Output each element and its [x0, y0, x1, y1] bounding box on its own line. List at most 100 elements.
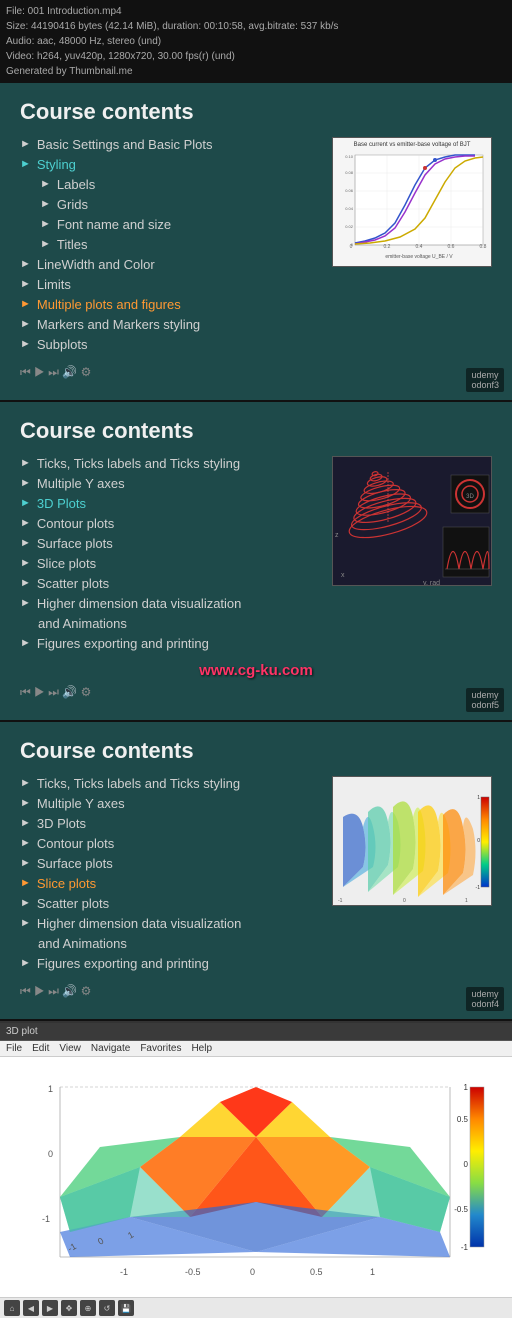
menu-help[interactable]: Help	[191, 1043, 212, 1054]
list-item-styling: ► Styling	[20, 157, 320, 172]
chart-3d-spiral: 3D x y, rad z	[332, 456, 492, 586]
svg-text:-1: -1	[42, 1214, 50, 1224]
menu-file[interactable]: File	[6, 1043, 22, 1054]
svg-text:1: 1	[48, 1084, 53, 1094]
list-item-contour2: ► Contour plots	[20, 516, 320, 531]
svg-text:-1: -1	[120, 1267, 128, 1277]
info-line5: Generated by Thumbnail.me	[6, 64, 506, 79]
arrow-icon: ►	[20, 138, 31, 150]
svg-text:0: 0	[350, 242, 353, 247]
list-item-export2: ► Figures exporting and printing	[20, 636, 320, 651]
plot-canvas: 1 0.5 0 -0.5 -1 -1 -0.5 0 0.5 1 -1 0 1 1…	[0, 1057, 512, 1297]
rotate-icon[interactable]: ↺	[99, 1300, 115, 1316]
svg-text:1: 1	[465, 898, 468, 904]
list-item-limits: ► Limits	[20, 277, 320, 292]
list-item-scatter3: ► Scatter plots	[20, 896, 320, 911]
svg-text:0.04: 0.04	[345, 206, 354, 211]
watermark: www.cg-ku.com	[20, 662, 492, 679]
arrow-icon: ►	[40, 198, 51, 210]
section-body-3: ► Ticks, Ticks labels and Ticks styling …	[20, 776, 492, 976]
list-item-scatter2: ► Scatter plots	[20, 576, 320, 591]
arrow-icon: ►	[20, 597, 31, 609]
info-line4: Video: h264, yuv420p, 1280x720, 30.00 fp…	[6, 49, 506, 64]
arrow-icon: ►	[20, 457, 31, 469]
arrow-icon: ►	[20, 897, 31, 909]
section-title-1: Course contents	[20, 99, 492, 125]
arrow-icon: ►	[20, 517, 31, 529]
svg-text:1: 1	[477, 795, 480, 801]
chart-bjt: Base current vs emitter-base voltage of …	[332, 137, 492, 267]
svg-text:emitter-base voltage U_BE / V: emitter-base voltage U_BE / V	[385, 254, 453, 260]
arrow-icon: ►	[20, 537, 31, 549]
arrow-icon: ►	[20, 797, 31, 809]
arrow-icon: ►	[20, 338, 31, 350]
svg-text:0.2: 0.2	[383, 244, 390, 250]
svg-text:0: 0	[403, 898, 406, 904]
info-line2: Size: 44190416 bytes (42.14 MiB), durati…	[6, 19, 506, 34]
svg-text:1: 1	[464, 1083, 469, 1092]
arrow-icon: ►	[20, 917, 31, 929]
menu-view[interactable]: View	[59, 1043, 81, 1054]
3d-plot-svg: 1 0.5 0 -0.5 -1 -1 -0.5 0 0.5 1 -1 0 1 1…	[0, 1057, 512, 1297]
info-line3: Audio: aac, 48000 Hz, stereo (und)	[6, 34, 506, 49]
list-item-animations3: and Animations	[20, 936, 320, 951]
bjt-chart-svg: 0 0.2 0.4 0.6 0.8 0 0.02 0.04 0.06 0.08 …	[335, 150, 490, 262]
content-list-1: ► Basic Settings and Basic Plots ► Styli…	[20, 137, 320, 357]
list-item-slice3: ► Slice plots	[20, 876, 320, 891]
svg-text:-1: -1	[476, 885, 481, 891]
list-item-subplots: ► Subplots	[20, 337, 320, 352]
arrow-icon: ►	[20, 158, 31, 170]
svg-text:y, rad: y, rad	[423, 580, 440, 586]
plot-window-title: 3D plot	[6, 1026, 38, 1037]
svg-text:0.08: 0.08	[345, 170, 354, 175]
back-icon[interactable]: ◀	[23, 1300, 39, 1316]
list-item-ticks3: ► Ticks, Ticks labels and Ticks styling	[20, 776, 320, 791]
arrow-icon: ►	[40, 218, 51, 230]
udemy-badge-2: udemyodonf5	[466, 688, 504, 712]
svg-text:0.8: 0.8	[479, 244, 486, 250]
list-item-markers: ► Markers and Markers styling	[20, 317, 320, 332]
list-item-3d2: ► 3D Plots	[20, 496, 320, 511]
arrow-icon: ►	[20, 557, 31, 569]
list-item-multiplots: ► Multiple plots and figures	[20, 297, 320, 312]
arrow-icon: ►	[20, 298, 31, 310]
menu-edit[interactable]: Edit	[32, 1043, 49, 1054]
svg-text:0: 0	[477, 838, 480, 844]
svg-text:0.5: 0.5	[310, 1267, 323, 1277]
svg-text:0.10: 0.10	[345, 154, 354, 159]
svg-text:3D: 3D	[466, 494, 474, 500]
pan-icon[interactable]: ✥	[61, 1300, 77, 1316]
arrow-icon: ►	[20, 278, 31, 290]
menu-favorites[interactable]: Favorites	[140, 1043, 181, 1054]
svg-text:0: 0	[250, 1267, 255, 1277]
section-title-3: Course contents	[20, 738, 492, 764]
section-body-2: ► Ticks, Ticks labels and Ticks styling …	[20, 456, 492, 656]
list-item-labels: ► Labels	[40, 177, 320, 192]
plot-titlebar: 3D plot	[0, 1023, 512, 1041]
save-icon[interactable]: 💾	[118, 1300, 134, 1316]
surface-svg: 1 0 -1 -1 0 1	[333, 777, 492, 906]
plot-window: 3D plot File Edit View Navigate Favorite…	[0, 1021, 512, 1318]
forward-icon[interactable]: ▶	[42, 1300, 58, 1316]
svg-text:-0.5: -0.5	[454, 1205, 468, 1214]
course-section-1: Course contents ► Basic Settings and Bas…	[0, 83, 512, 400]
list-item: ► Basic Settings and Basic Plots	[20, 137, 320, 152]
chart-surface-3d: 1 0 -1 -1 0 1	[332, 776, 492, 906]
spiral-svg: 3D x y, rad z	[333, 457, 492, 586]
zoom-icon[interactable]: ⊕	[80, 1300, 96, 1316]
control-icons: ⏮ ▶ ⏭ 🔊 ⚙	[20, 365, 91, 380]
list-item-font: ► Font name and size	[40, 217, 320, 232]
menu-navigate[interactable]: Navigate	[91, 1043, 130, 1054]
list-item-higherdim3: ► Higher dimension data visualization	[20, 916, 320, 931]
list-item-3d3: ► 3D Plots	[20, 816, 320, 831]
svg-text:z: z	[335, 532, 339, 539]
svg-text:1: 1	[370, 1267, 375, 1277]
arrow-icon: ►	[20, 817, 31, 829]
home-icon[interactable]: ⌂	[4, 1300, 20, 1316]
info-bar: File: 001 Introduction.mp4 Size: 4419041…	[0, 0, 512, 83]
svg-text:x: x	[341, 572, 345, 579]
plot-toolbar: ⌂ ◀ ▶ ✥ ⊕ ↺ 💾	[0, 1297, 512, 1318]
svg-text:0: 0	[464, 1160, 469, 1169]
svg-text:-0.5: -0.5	[185, 1267, 201, 1277]
course-section-3: Course contents ► Ticks, Ticks labels an…	[0, 722, 512, 1019]
